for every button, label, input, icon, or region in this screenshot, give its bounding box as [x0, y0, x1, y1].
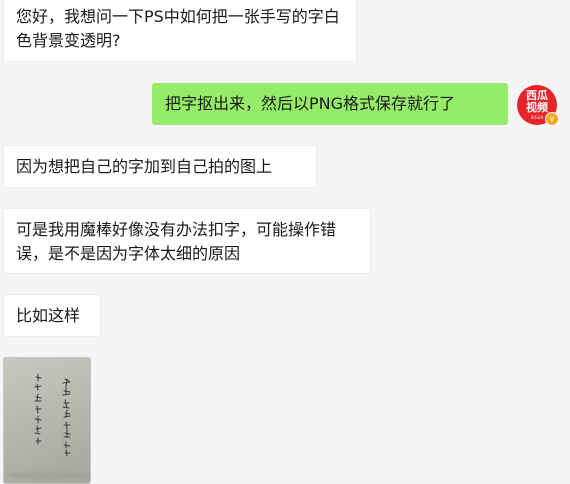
verified-badge-icon: v	[545, 112, 559, 126]
message-text: 把字抠出来，然后以PNG格式保存就行了	[165, 94, 456, 113]
incoming-message[interactable]: 可是我用魔棒好像没有办法扣字，可能操作错误，是不是因为字体太细的原因	[3, 208, 371, 274]
avatar-text-line2: 视频	[526, 101, 548, 114]
image-message[interactable]	[3, 357, 91, 484]
message-text: 因为想把自己的字加到自己拍的图上	[16, 157, 273, 176]
outgoing-message[interactable]: 把字抠出来，然后以PNG格式保存就行了	[152, 83, 508, 125]
incoming-message[interactable]: 比如这样	[3, 294, 101, 337]
avatar-small-text: XIGUA	[530, 115, 544, 120]
message-text: 比如这样	[16, 306, 81, 325]
message-text: 可是我用魔棒好像没有办法扣字，可能操作错误，是不是因为字体太细的原因	[16, 220, 337, 263]
incoming-message[interactable]: 您好，我想问一下PS中如何把一张手写的字白色背景变透明?	[3, 0, 357, 62]
message-text: 您好，我想问一下PS中如何把一张手写的字白色背景变透明?	[16, 7, 340, 50]
incoming-message[interactable]: 因为想把自己的字加到自己拍的图上	[3, 145, 317, 188]
handwriting-photo-icon	[7, 373, 87, 479]
